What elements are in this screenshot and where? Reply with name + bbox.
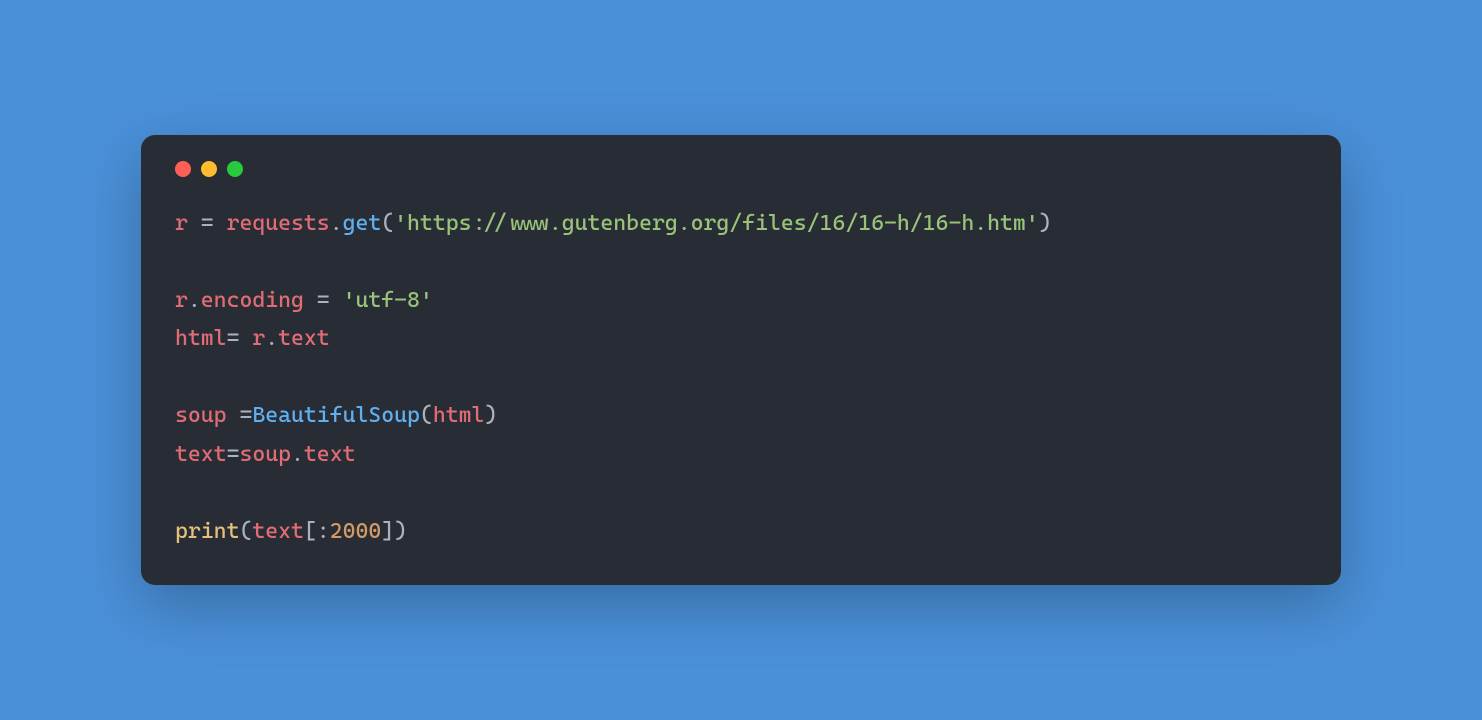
variable-text: text [175,442,227,467]
string-utf8: 'utf-8' [343,288,433,313]
variable-soup: soup [239,442,291,467]
dot: . [265,326,278,351]
dot: . [330,211,343,236]
module-requests: requests [227,211,330,236]
paren-open: ( [239,519,252,544]
variable-r: r [175,211,188,236]
close-icon[interactable] [175,161,191,177]
number-2000: 2000 [330,519,382,544]
operator-assign: = [227,326,253,351]
string-url: 'https://www.gutenberg.org/files/16/16-h… [394,211,1039,236]
code-line-1: r = requests.get('https://www.gutenberg.… [175,211,1052,236]
window-titlebar [175,161,1307,177]
operator-assign: = [304,288,343,313]
dot: . [291,442,304,467]
class-beautifulsoup: BeautifulSoup [252,403,420,428]
paren-open: ( [420,403,433,428]
method-get: get [343,211,382,236]
zoom-icon[interactable] [227,161,243,177]
variable-r: r [175,288,188,313]
bracket-open: [ [304,519,317,544]
attr-text: text [304,442,356,467]
builtin-print: print [175,519,239,544]
operator-assign: = [227,442,240,467]
dot: . [188,288,201,313]
minimize-icon[interactable] [201,161,217,177]
code-line-3: r.encoding = 'utf-8' [175,288,433,313]
code-line-6: soup =BeautifulSoup(html) [175,403,497,428]
code-window: r = requests.get('https://www.gutenberg.… [141,135,1341,586]
operator-assign: = [227,403,253,428]
variable-text: text [252,519,304,544]
attr-encoding: encoding [201,288,304,313]
arg-html: html [433,403,485,428]
attr-text: text [278,326,330,351]
slice-colon: : [317,519,330,544]
variable-soup: soup [175,403,227,428]
paren-close: ) [484,403,497,428]
code-line-4: html= r.text [175,326,330,351]
operator-assign: = [188,211,227,236]
code-block: r = requests.get('https://www.gutenberg.… [175,205,1307,552]
paren-close: ) [1039,211,1052,236]
variable-r: r [252,326,265,351]
paren-open: ( [381,211,394,236]
code-line-9: print(text[:2000]) [175,519,407,544]
code-line-7: text=soup.text [175,442,355,467]
variable-html: html [175,326,227,351]
bracket-close: ] [381,519,394,544]
paren-close: ) [394,519,407,544]
